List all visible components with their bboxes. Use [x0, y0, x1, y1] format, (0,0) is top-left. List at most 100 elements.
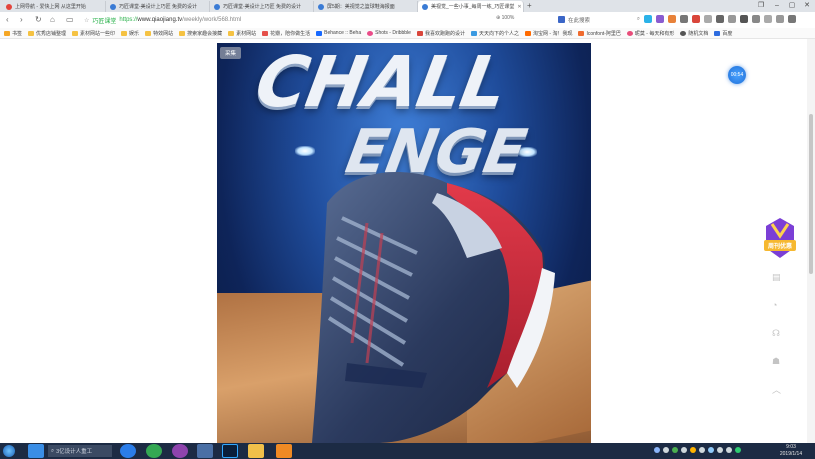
bookmark-item[interactable]: 素材网站一些印	[72, 30, 115, 37]
clock[interactable]: 9:03 2019/1/14	[773, 444, 809, 458]
bookmark-label: 淘宝网 - 淘！我现	[533, 30, 573, 37]
taskbar-search-text: 3亿设计人重工	[56, 449, 93, 455]
extension-icon[interactable]	[728, 15, 736, 23]
share-icon[interactable]: ☗	[772, 356, 780, 367]
bookmark-item[interactable]: 昵莫 - 每天和有形	[626, 30, 675, 37]
promo-badge[interactable]: 周刊优惠	[762, 216, 798, 262]
extension-icon[interactable]	[656, 15, 664, 23]
cart-icon[interactable]: ▤	[772, 272, 781, 283]
tab-title: 屏5期：美视觉之篮球鞋海报面	[327, 4, 395, 10]
bookmark-label: 特效网站	[153, 30, 174, 37]
scrollbar[interactable]	[807, 39, 815, 443]
bookmark-item[interactable]: 百度	[714, 30, 732, 37]
network-icon[interactable]	[726, 447, 732, 453]
scrollbar-thumb[interactable]	[809, 114, 813, 274]
start-button[interactable]	[3, 445, 15, 457]
extension-icon[interactable]	[740, 15, 748, 23]
tab-3[interactable]: 屏5期：美视觉之篮球鞋海报面	[314, 1, 418, 12]
tab-title: 巧匠课堂-美设计上巧匠 免费的设计	[223, 4, 302, 10]
close-window-button[interactable]: ✕	[800, 0, 814, 12]
star-icon[interactable]: ☆	[84, 17, 89, 24]
bookmark-item[interactable]: 娱乐	[121, 30, 139, 37]
bookmark-item[interactable]: 我喜欢跑跑的设计	[416, 30, 465, 37]
extension-icon[interactable]	[668, 15, 676, 23]
headset-icon[interactable]: ☊	[772, 328, 780, 339]
app-icon[interactable]	[172, 444, 188, 458]
bookmark-item[interactable]: 素材网站	[228, 30, 256, 37]
tray-icon[interactable]	[690, 447, 696, 453]
taskbar-search[interactable]: ⌕ 3亿设计人重工	[48, 445, 112, 457]
tray-icon[interactable]	[681, 447, 687, 453]
tray-icon[interactable]	[699, 447, 705, 453]
photoshop-icon[interactable]	[222, 444, 238, 458]
tab-active[interactable]: 美视觉_一些小事_每周一练_巧匠课堂 ✕	[418, 1, 524, 12]
extension-icon[interactable]	[680, 15, 688, 23]
bookmark-item[interactable]: 搜索家趣会接藏	[179, 30, 222, 37]
extension-icon[interactable]	[752, 15, 760, 23]
bookmark-item[interactable]: 优秀店铺整理	[28, 30, 66, 37]
promo-text: 周刊优惠	[768, 242, 792, 250]
timer-badge[interactable]: 00:54	[728, 66, 746, 84]
restore-icon[interactable]: ❐	[754, 0, 768, 12]
close-tab-icon[interactable]: ✕	[517, 4, 521, 10]
reader-icon[interactable]: ▭	[66, 15, 74, 25]
bookmark-item[interactable]: 书签	[4, 30, 22, 37]
site-label: 巧匠课堂	[92, 18, 117, 25]
extension-icon[interactable]	[704, 15, 712, 23]
search-icon: ⌕	[51, 447, 55, 454]
bookmark-item[interactable]: Behance :: Beha	[316, 30, 361, 36]
extension-icon[interactable]	[716, 15, 724, 23]
address-bar[interactable]: ☆ 巧匠课堂 https://www.qiaojiang.tv/weekly/w…	[84, 14, 554, 26]
app-icon[interactable]	[276, 444, 292, 458]
back-icon[interactable]: ‹	[6, 15, 9, 25]
tab-bar: 上网导航 - 爱快上网 从这里开始 巧匠课堂-美设计上巧匠 免费的设计 巧匠课堂…	[0, 0, 815, 12]
site-icon	[416, 30, 423, 36]
tray-icon[interactable]	[708, 447, 714, 453]
tab-1[interactable]: 巧匠课堂-美设计上巧匠 免费的设计	[106, 1, 210, 12]
chat-icon[interactable]: ◔	[772, 300, 777, 310]
bookmark-item[interactable]: 特效网站	[145, 30, 173, 37]
zoom-value: 100%	[501, 15, 515, 21]
tray-icon[interactable]	[672, 447, 678, 453]
home-icon[interactable]: ⌂	[50, 15, 55, 25]
browser-icon[interactable]	[120, 444, 136, 458]
active-app-icon[interactable]	[197, 444, 213, 458]
new-tab-button[interactable]: +	[527, 1, 532, 11]
extension-icon[interactable]	[644, 15, 652, 23]
zoom-level[interactable]: ⊕ 100%	[496, 15, 514, 21]
extension-icon[interactable]	[776, 15, 784, 23]
search-box[interactable]: 在此搜索 ⌕	[558, 14, 640, 25]
bookmark-item[interactable]: 天天向下的个人之	[470, 30, 519, 37]
tray-icon[interactable]	[654, 447, 660, 453]
bookmark-item[interactable]: 花瓣，陪你做生活	[262, 30, 310, 37]
folder-icon[interactable]	[248, 444, 264, 458]
maximize-button[interactable]: ▢	[785, 0, 799, 12]
volume-icon[interactable]	[717, 447, 723, 453]
bookmark-item[interactable]: 淘宝网 - 淘！我现	[525, 30, 572, 37]
extension-icon[interactable]	[692, 15, 700, 23]
menu-icon[interactable]	[788, 15, 796, 23]
collect-badge[interactable]: 采集	[220, 47, 242, 59]
up-arrow-icon[interactable]: ︿	[772, 383, 781, 396]
tab-2[interactable]: 巧匠课堂-美设计上巧匠 免费的设计	[210, 1, 314, 12]
folder-icon	[145, 30, 152, 36]
bookmark-item[interactable]: Shots - Dribbble	[367, 30, 411, 36]
bookmark-item[interactable]: 随机文档	[680, 30, 708, 37]
clock-time: 9:03	[786, 444, 796, 450]
app-icon[interactable]	[28, 444, 44, 458]
minimize-button[interactable]: –	[770, 0, 784, 12]
bookmark-item[interactable]: Iconfont-阿里巴	[578, 30, 621, 37]
forward-icon[interactable]: ›	[20, 15, 23, 25]
search-icon[interactable]: ⌕	[637, 16, 640, 23]
tab-0[interactable]: 上网导航 - 爱快上网 从这里开始	[2, 1, 106, 12]
search-engine-icon	[558, 16, 565, 23]
favicon-icon	[422, 3, 428, 10]
bookmark-label: 昵莫 - 每天和有形	[634, 30, 675, 37]
extension-icon[interactable]	[764, 15, 772, 23]
wechat-icon[interactable]	[735, 447, 741, 453]
reload-icon[interactable]: ↻	[35, 15, 42, 25]
chrome-icon[interactable]	[146, 444, 162, 458]
system-tray	[654, 447, 741, 453]
bookmark-label: 百度	[722, 30, 733, 37]
tray-icon[interactable]	[663, 447, 669, 453]
